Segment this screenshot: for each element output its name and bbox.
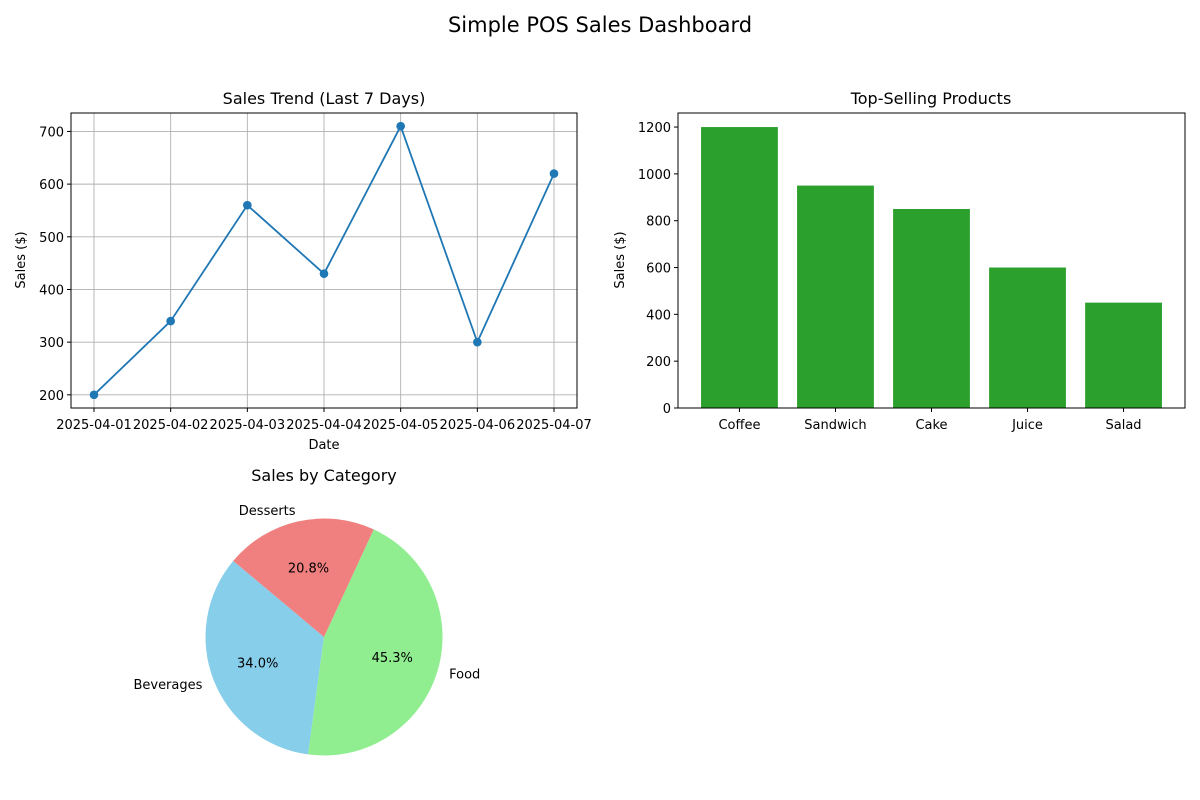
dashboard-figure: Simple POS Sales Dashboard Sales Trend (… — [14, 13, 1186, 756]
pie-label: Food — [449, 668, 480, 683]
x-tick-label: 2025-04-02 — [133, 418, 209, 433]
x-tick-label: 2025-04-06 — [440, 418, 516, 433]
sales-trend-point — [89, 390, 99, 400]
x-tick-label: Cake — [915, 418, 947, 433]
x-tick-label: 2025-04-07 — [516, 418, 592, 433]
x-tick-label: 2025-04-03 — [210, 418, 286, 433]
sales-trend-chart: Sales Trend (Last 7 Days) Date Sales ($)… — [14, 89, 592, 453]
top-products-title: Top-Selling Products — [850, 89, 1012, 108]
x-tick-label: Salad — [1106, 418, 1142, 433]
x-tick-label: Juice — [1011, 418, 1043, 433]
bar — [1085, 302, 1162, 408]
dashboard-title: Simple POS Sales Dashboard — [448, 13, 752, 37]
pie-percent-label: 20.8% — [288, 562, 329, 577]
y-tick-label: 700 — [39, 125, 64, 140]
x-tick-label: 2025-04-04 — [286, 418, 362, 433]
y-tick-label: 600 — [39, 178, 64, 193]
pie-label: Beverages — [133, 678, 202, 693]
bar — [989, 267, 1066, 408]
y-tick-label: 300 — [39, 336, 64, 351]
sales-trend-point — [473, 337, 482, 347]
top-products-ylabel: Sales ($) — [613, 231, 628, 288]
y-tick-label: 200 — [646, 355, 671, 370]
sales-trend-point — [243, 200, 252, 210]
bar — [893, 208, 970, 408]
pie-label: Desserts — [239, 504, 296, 519]
y-tick-label: 1000 — [638, 168, 671, 183]
y-tick-label: 500 — [39, 231, 64, 246]
x-tick-label: Sandwich — [804, 418, 866, 433]
sales-trend-title: Sales Trend (Last 7 Days) — [223, 89, 426, 108]
y-tick-label: 800 — [646, 215, 671, 230]
sales-trend-point — [166, 316, 175, 326]
sales-by-category-chart: Sales by Category Beverages 34.0% Food 45.3… — [133, 466, 480, 756]
sales-trend-ylabel: Sales ($) — [14, 231, 29, 288]
sales-by-category-title: Sales by Category — [251, 466, 396, 485]
y-tick-label: 400 — [646, 308, 671, 323]
pie-percent-label: 34.0% — [237, 657, 278, 672]
x-tick-label: Coffee — [718, 418, 760, 433]
bar — [701, 127, 778, 409]
sales-trend-point — [549, 169, 559, 178]
y-tick-label: 0 — [663, 402, 671, 417]
sales-trend-xlabel: Date — [308, 438, 339, 453]
pie-percent-label: 45.3% — [372, 651, 413, 666]
sales-trend-point — [396, 121, 405, 131]
x-tick-label: 2025-04-05 — [363, 418, 439, 433]
y-tick-label: 400 — [39, 283, 64, 298]
y-tick-label: 600 — [646, 262, 671, 277]
top-products-chart: Top-Selling Products Sales ($) Coffee San… — [613, 89, 1186, 433]
sales-trend-point — [319, 269, 329, 278]
x-tick-label: 2025-04-01 — [56, 418, 132, 433]
bar — [797, 185, 874, 408]
y-tick-label: 1200 — [638, 121, 671, 136]
y-tick-label: 200 — [39, 389, 64, 404]
